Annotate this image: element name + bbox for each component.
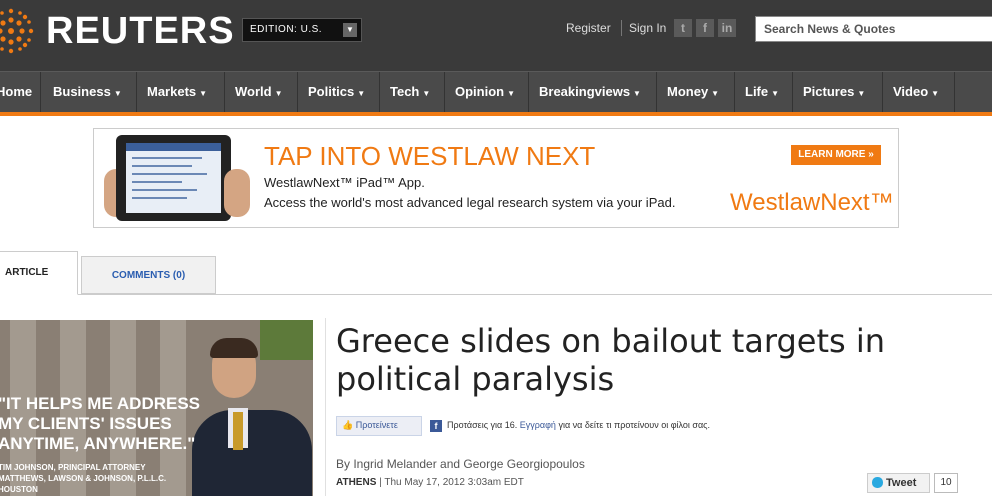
nav-label: Politics	[308, 84, 355, 99]
nav-label: Opinion	[455, 84, 505, 99]
nav-label: Life	[745, 84, 769, 99]
ipad-screen-bar	[126, 143, 221, 151]
timestamp: | Thu May 17, 2012 3:03am EDT	[379, 477, 524, 488]
ipad-line	[132, 197, 187, 199]
tab-comments[interactable]: COMMENTS (0)	[81, 256, 216, 294]
facebook-like-button[interactable]: 👍 Προτείνετε	[336, 416, 422, 436]
chevron-down-icon: ▼	[357, 89, 366, 98]
chevron-down-icon: ▼	[274, 89, 283, 98]
nav-item-video[interactable]: Video ▼	[883, 72, 955, 112]
nav-item-life[interactable]: Life ▼	[735, 72, 793, 112]
nav-label: Markets	[147, 84, 197, 99]
tweet-button[interactable]: Tweet	[867, 473, 930, 493]
facebook-icon[interactable]: f	[696, 19, 714, 37]
ipad-line	[132, 157, 202, 159]
nav-item-politics[interactable]: Politics ▼	[298, 72, 380, 112]
ipad-line	[132, 173, 207, 175]
tree-image	[260, 320, 313, 360]
nav-item-pictures[interactable]: Pictures ▼	[793, 72, 883, 112]
nav-item-money[interactable]: Money ▼	[657, 72, 735, 112]
ad-subline: WestlawNext™ iPad™ App.	[264, 175, 425, 190]
edition-label: EDITION: U.S.	[250, 24, 323, 35]
nav-item-opinion[interactable]: Opinion ▼	[445, 72, 529, 112]
tweet-count: 10	[934, 473, 958, 493]
ipad-line	[132, 189, 197, 191]
nav-label: Business	[53, 84, 111, 99]
nav-item-world[interactable]: World ▼	[225, 72, 298, 112]
nav-item-business[interactable]: Business ▼	[41, 72, 137, 112]
tweet-label: Tweet	[886, 477, 917, 489]
like-label: Προτείνετε	[355, 420, 398, 430]
chevron-down-icon: ▼	[711, 89, 720, 98]
chevron-down-icon: ▼	[422, 89, 431, 98]
hand-image	[224, 169, 250, 217]
chevron-down-icon: ▼	[771, 89, 780, 98]
edition-selector[interactable]: EDITION: U.S. ▼	[242, 18, 362, 42]
nav-label: Money	[667, 84, 709, 99]
nav-label: Pictures	[803, 84, 855, 99]
linkedin-icon[interactable]: in	[718, 19, 736, 37]
man-image	[192, 410, 312, 496]
sign-in-link[interactable]: Sign In	[629, 21, 666, 35]
chevron-down-icon[interactable]: ▼	[343, 23, 357, 37]
ipad-line	[132, 165, 192, 167]
tab-article[interactable]: ARTICLE	[0, 251, 78, 295]
ipad-image	[116, 135, 231, 221]
article-headline: Greece slides on bailout targets in poli…	[336, 322, 885, 398]
brand-wordmark[interactable]: REUTERS	[46, 10, 235, 53]
westlaw-banner-ad[interactable]: TAP INTO WESTLAW NEXT WestlawNext™ iPad™…	[93, 128, 899, 228]
chevron-down-icon: ▼	[857, 89, 866, 98]
westlaw-logo: WestlawNext™	[730, 189, 894, 216]
quote-line: "IT HELPS ME ADDRESS	[0, 394, 201, 413]
facebook-social-text: Προτάσεις για 16. Εγγραφή για να δείτε τ…	[447, 420, 710, 430]
ad-description: Access the world's most advanced legal r…	[264, 195, 676, 210]
nav-label: Video	[893, 84, 929, 99]
attribution-line: TIM JOHNSON, PRINCIPAL ATTORNEY	[0, 463, 146, 472]
tie-image	[233, 412, 243, 450]
nav-label: Home	[0, 84, 33, 99]
quote-line: ANYTIME, ANYWHERE."	[0, 434, 196, 453]
ad-headline: TAP INTO WESTLAW NEXT	[264, 141, 596, 171]
quote-line: MY CLIENTS' ISSUES	[0, 414, 172, 433]
nav-item-markets[interactable]: Markets ▼	[137, 72, 225, 112]
facebook-icon: f	[430, 420, 442, 432]
side-advertisement[interactable]: "IT HELPS ME ADDRESS MY CLIENTS' ISSUES …	[0, 320, 313, 496]
fb-count-text: Προτάσεις για 16.	[447, 420, 518, 430]
fb-suffix-text: για να δείτε τι προτείνουν οι φίλοι σας.	[558, 420, 711, 430]
divider	[621, 20, 622, 36]
reuters-logo-icon[interactable]	[0, 6, 36, 56]
ad-attribution: TIM JOHNSON, PRINCIPAL ATTORNEY MATTHEWS…	[0, 462, 166, 495]
chevron-down-icon: ▼	[113, 89, 122, 98]
twitter-bird-icon	[872, 477, 883, 488]
top-bar: REUTERS EDITION: U.S. ▼ Register Sign In…	[0, 0, 992, 71]
chevron-down-icon: ▼	[507, 89, 516, 98]
column-divider	[325, 318, 326, 496]
ipad-line	[132, 181, 182, 183]
ad-quote: "IT HELPS ME ADDRESS MY CLIENTS' ISSUES …	[0, 394, 200, 454]
hair-image	[210, 338, 258, 358]
ipad-screen	[126, 143, 221, 213]
nav-item-home[interactable]: Home	[0, 72, 41, 112]
nav-label: Breakingviews	[539, 84, 631, 99]
nav-label: Tech	[390, 84, 420, 99]
dateline: ATHENS | Thu May 17, 2012 3:03am EDT	[336, 477, 524, 488]
learn-more-button[interactable]: LEARN MORE »	[791, 145, 881, 165]
attribution-line: MATTHEWS, LAWSON & JOHNSON, P.L.L.C.	[0, 474, 167, 483]
byline: By Ingrid Melander and George Georgiopou…	[336, 457, 585, 471]
attribution-line: HOUSTON	[0, 485, 38, 494]
main-nav: Home Business ▼ Markets ▼ World ▼ Politics ▼…	[0, 71, 992, 116]
chevron-down-icon: ▼	[931, 89, 940, 98]
location: ATHENS	[336, 477, 377, 488]
fb-signup-link[interactable]: Εγγραφή	[520, 420, 556, 430]
nav-item-tech[interactable]: Tech ▼	[380, 72, 445, 112]
twitter-icon[interactable]: t	[674, 19, 692, 37]
register-link[interactable]: Register	[566, 21, 611, 35]
chevron-down-icon: ▼	[199, 89, 208, 98]
chevron-down-icon: ▼	[633, 89, 641, 98]
nav-label: World	[235, 84, 272, 99]
search-input[interactable]: Search News & Quotes	[755, 16, 992, 42]
nav-item-breakingviews[interactable]: Breakingviews ▼	[529, 72, 657, 112]
